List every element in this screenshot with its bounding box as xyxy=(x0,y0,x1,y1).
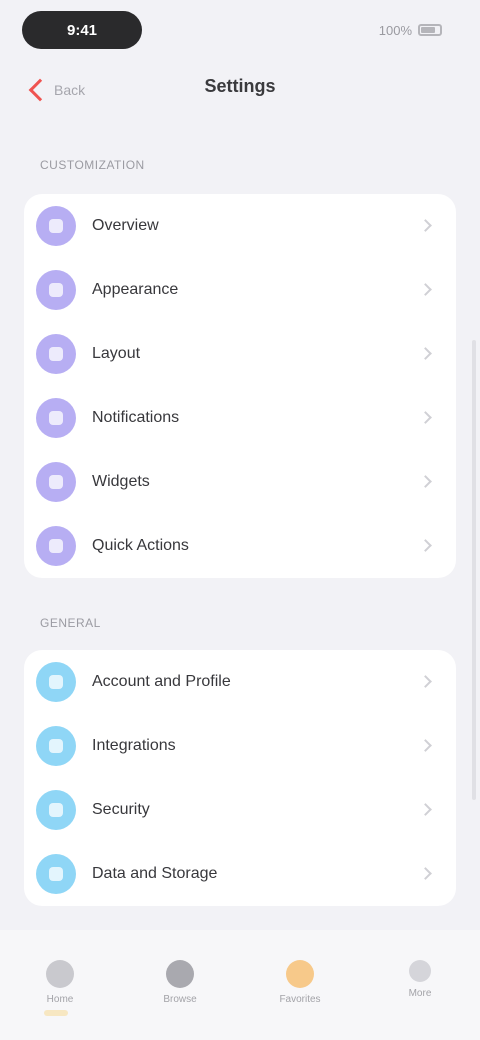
storage-icon xyxy=(36,854,76,894)
star-icon xyxy=(286,960,314,988)
settings-row-overview[interactable]: Overview xyxy=(24,194,456,258)
row-label: Appearance xyxy=(92,281,179,298)
navigation-header: Back Settings xyxy=(0,62,480,118)
notifications-icon xyxy=(36,398,76,438)
status-time: 9:41 xyxy=(22,11,142,49)
back-button[interactable]: Back xyxy=(26,68,146,112)
battery-percentage: 100% xyxy=(378,22,412,38)
chevron-right-icon xyxy=(419,411,432,424)
account-icon xyxy=(36,662,76,702)
home-icon xyxy=(46,960,74,988)
tab-browse[interactable]: Browse xyxy=(140,960,220,1020)
status-indicators: 100% xyxy=(372,20,442,40)
appearance-icon xyxy=(36,270,76,310)
row-label: Integrations xyxy=(92,737,176,754)
row-label: Widgets xyxy=(92,473,150,490)
overview-icon xyxy=(36,206,76,246)
integrations-icon xyxy=(36,726,76,766)
quick-actions-icon xyxy=(36,526,76,566)
chevron-right-icon xyxy=(419,475,432,488)
chevron-left-icon xyxy=(28,78,52,102)
chevron-right-icon xyxy=(419,347,432,360)
tab-more[interactable]: More xyxy=(380,960,460,1020)
settings-group-general: Account and Profile Integrations Securit… xyxy=(24,650,456,906)
chevron-right-icon xyxy=(419,867,432,880)
settings-row-security[interactable]: Security xyxy=(24,778,456,842)
row-label: Data and Storage xyxy=(92,865,218,882)
chevron-right-icon xyxy=(419,803,432,816)
row-label: Quick Actions xyxy=(92,537,189,554)
tab-label: More xyxy=(408,988,432,999)
section-header-customization: Customization xyxy=(40,158,145,172)
settings-row-storage[interactable]: Data and Storage xyxy=(24,842,456,906)
settings-group-customization: Overview Appearance Layout Notifications… xyxy=(24,194,456,578)
settings-row-notifications[interactable]: Notifications xyxy=(24,386,456,450)
security-icon xyxy=(36,790,76,830)
section-header-general: General xyxy=(40,616,101,630)
settings-row-layout[interactable]: Layout xyxy=(24,322,456,386)
scrollbar[interactable] xyxy=(472,340,476,800)
chevron-right-icon xyxy=(419,675,432,688)
settings-row-appearance[interactable]: Appearance xyxy=(24,258,456,322)
layout-icon xyxy=(36,334,76,374)
row-label: Layout xyxy=(92,345,141,362)
chevron-right-icon xyxy=(419,539,432,552)
row-label: Account and Profile xyxy=(92,673,231,690)
status-bar: 9:41 100% xyxy=(0,0,480,62)
chevron-right-icon xyxy=(419,283,432,296)
battery-icon xyxy=(418,24,442,36)
settings-row-integrations[interactable]: Integrations xyxy=(24,714,456,778)
row-label: Notifications xyxy=(92,409,180,426)
settings-row-widgets[interactable]: Widgets xyxy=(24,450,456,514)
back-label: Back xyxy=(54,82,86,98)
widgets-icon xyxy=(36,462,76,502)
tab-label: Favorites xyxy=(279,994,321,1005)
tab-label: Home xyxy=(46,994,74,1005)
tab-favorites[interactable]: Favorites xyxy=(260,960,340,1020)
chevron-right-icon xyxy=(419,219,432,232)
tab-label: Browse xyxy=(163,994,197,1005)
settings-screen: 9:41 100% Back Settings Customization Ov… xyxy=(0,0,480,1040)
grid-icon xyxy=(166,960,194,988)
more-icon xyxy=(409,960,431,982)
settings-row-account[interactable]: Account and Profile xyxy=(24,650,456,714)
active-tab-indicator xyxy=(44,1010,68,1016)
row-label: Security xyxy=(92,801,150,818)
page-title: Settings xyxy=(204,76,276,96)
tab-bar: Home Browse Favorites More xyxy=(0,930,480,1040)
row-label: Overview xyxy=(92,217,159,234)
settings-row-quick-actions[interactable]: Quick Actions xyxy=(24,514,456,578)
chevron-right-icon xyxy=(419,739,432,752)
